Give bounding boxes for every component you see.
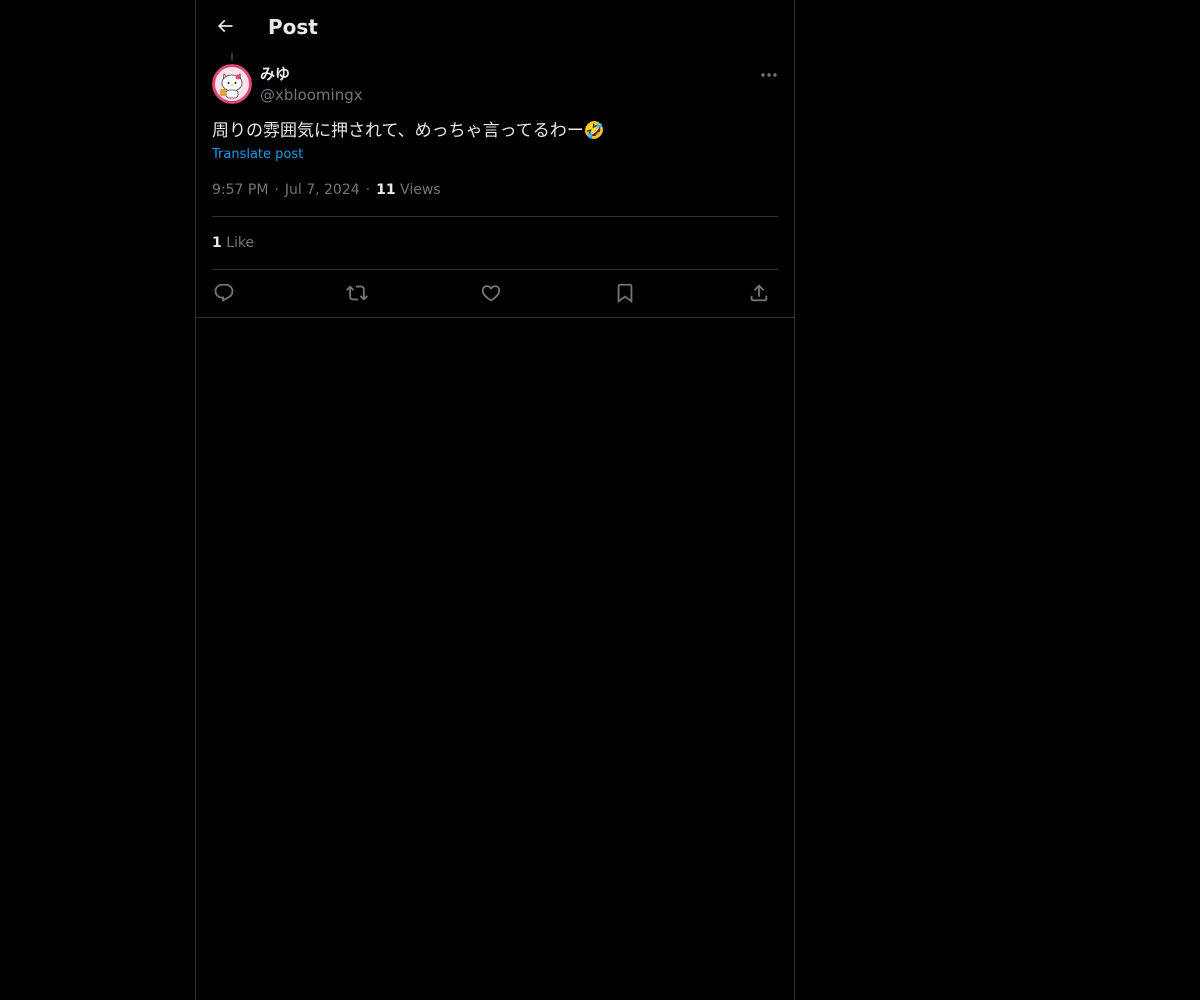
divider — [212, 216, 778, 217]
likes-summary[interactable]: 1 Like — [212, 233, 254, 253]
bookmark-button[interactable] — [613, 281, 637, 305]
action-bar — [212, 270, 778, 317]
heart-icon — [480, 282, 502, 304]
views-label: Views — [400, 182, 441, 198]
likes-label: Like — [226, 235, 255, 251]
main-column: Post みゆ @xbloomingx 周りの雰囲気に押されて、めっちゃ言ってる… — [195, 0, 795, 1000]
back-button[interactable] — [208, 9, 242, 43]
tweet-time[interactable]: 9:57 PM — [212, 182, 268, 198]
avatar[interactable] — [212, 64, 252, 104]
likes-count: 1 — [212, 235, 222, 251]
reply-icon — [213, 282, 235, 304]
arrow-left-icon — [215, 16, 235, 36]
translate-post-link[interactable]: Translate post — [212, 146, 303, 164]
thread-connector — [231, 53, 233, 61]
separator-dot: · — [274, 182, 279, 198]
bookmark-icon — [614, 282, 636, 304]
more-horizontal-icon — [760, 72, 778, 78]
tweet-date[interactable]: Jul 7, 2024 — [285, 182, 360, 198]
like-button[interactable] — [479, 281, 503, 305]
tweet-metadata: 9:57 PM · Jul 7, 2024 · 11 Views — [212, 180, 441, 200]
views-count: 11 — [376, 182, 396, 198]
author-handle[interactable]: @xbloomingx — [260, 85, 363, 105]
retweet-icon — [346, 282, 368, 304]
reply-button[interactable] — [212, 281, 236, 305]
tweet-text: 周りの雰囲気に押されて、めっちゃ言ってるわー🤣 — [212, 121, 605, 141]
separator-dot: · — [365, 182, 371, 198]
share-icon — [748, 282, 770, 304]
author-display-name[interactable]: みゆ — [260, 64, 290, 84]
share-button[interactable] — [747, 281, 771, 305]
header-bar: Post — [196, 0, 794, 53]
retweet-button[interactable] — [345, 281, 369, 305]
more-options-button[interactable] — [754, 64, 784, 86]
page-title: Post — [268, 15, 318, 39]
tweet-bottom-border — [196, 317, 794, 318]
